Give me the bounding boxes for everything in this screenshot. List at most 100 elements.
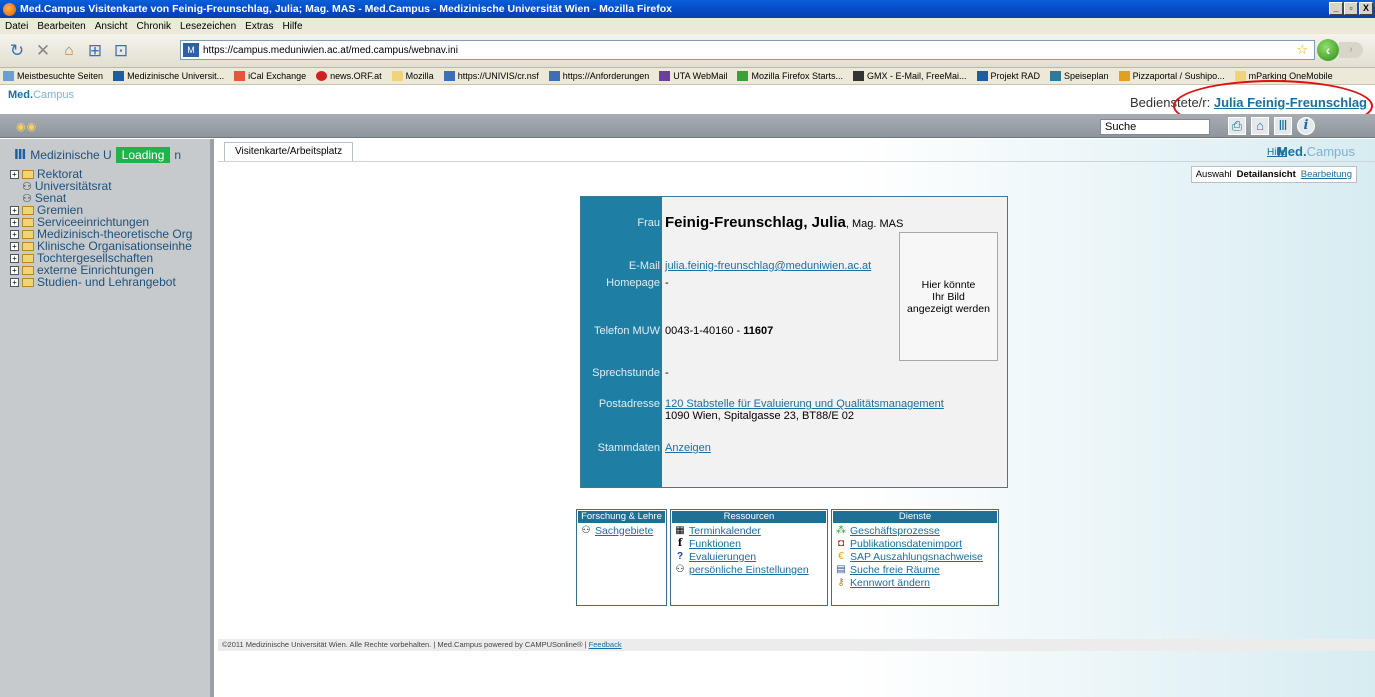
medcampus-logo[interactable]: Med.Campus: [8, 89, 74, 101]
folder-icon: [1234, 71, 1246, 81]
service-item-evaluierungen[interactable]: ? Evaluierungen: [671, 550, 827, 563]
service-item-raeume[interactable]: ▤ Suche freie Räume: [832, 563, 998, 576]
import-icon: ◘: [837, 538, 845, 549]
info-icon[interactable]: i: [1297, 117, 1315, 135]
url-bar[interactable]: M https://campus.meduniwien.ac.at/med.ca…: [180, 40, 1315, 60]
bookmark-item[interactable]: news.ORF.at: [316, 71, 382, 81]
copyright-text: ©2011 Medizinische Universität Wien. All…: [222, 640, 589, 649]
dienste-header: Dienste: [833, 511, 997, 523]
bookmark-item[interactable]: GMX - E-Mail, FreeMai...: [853, 71, 967, 81]
expand-icon[interactable]: +: [10, 229, 19, 239]
menu-extras[interactable]: Extras: [245, 21, 273, 32]
medcampus-brand: Med.Campus: [1276, 144, 1355, 159]
bookmark-item[interactable]: https://Anforderungen: [548, 71, 649, 81]
menu-chronik[interactable]: Chronik: [137, 21, 171, 32]
minimize-button[interactable]: _: [1329, 2, 1343, 15]
main-content: Visitenkarte/Arbeitsplatz Hilfe Med.Camp…: [218, 139, 1375, 697]
bookmark-icon: [234, 71, 246, 81]
bookmark-item[interactable]: Mozilla: [391, 71, 434, 81]
process-icon: ⁂: [836, 525, 846, 536]
firefox-icon: [3, 2, 16, 16]
tree-item-studien[interactable]: + Studien- und Lehrangebot: [10, 275, 198, 289]
tree-root[interactable]: Ⅲ Medizinische U Loading n: [14, 147, 181, 163]
stop-icon[interactable]: ✕: [32, 40, 54, 62]
bookmark-item[interactable]: Mozilla Firefox Starts...: [737, 71, 843, 81]
folder-icon: [22, 253, 34, 263]
service-item-kennwort[interactable]: ⚷ Kennwort ändern: [832, 576, 998, 589]
email-link[interactable]: julia.feinig-freunschlag@meduniwien.ac.a…: [665, 260, 871, 272]
service-item-einstellungen[interactable]: ⚇ persönliche Einstellungen: [671, 563, 827, 576]
tab-bearbeitung[interactable]: Bearbeitung: [1301, 169, 1352, 180]
search-input[interactable]: Suche: [1100, 119, 1210, 135]
bookmark-icon: [443, 71, 455, 81]
tab-visitenkarte[interactable]: Visitenkarte/Arbeitsplatz: [224, 142, 354, 162]
expand-icon[interactable]: +: [10, 217, 19, 227]
address-org-link[interactable]: 120 Stabstelle für Evaluierung und Quali…: [665, 398, 944, 410]
bookmark-item[interactable]: Speiseplan: [1050, 71, 1109, 81]
show-master-data-link[interactable]: Anzeigen: [665, 442, 711, 454]
feedback-link[interactable]: Feedback: [589, 640, 622, 649]
home-icon[interactable]: ⌂: [1251, 117, 1269, 135]
menu-hilfe[interactable]: Hilfe: [283, 21, 303, 32]
key-icon: ⚷: [837, 577, 845, 588]
print-icon[interactable]: ⎙: [1228, 117, 1246, 135]
bookmark-star-icon[interactable]: ☆: [1296, 42, 1308, 58]
bookmark-item[interactable]: UTA WebMail: [659, 71, 727, 81]
bookmark-item[interactable]: Pizzaportal / Sushipo...: [1118, 71, 1225, 81]
muw-logo-icon[interactable]: Ⅲ: [1274, 117, 1292, 135]
view-tabs: Auswahl Detailansicht Bearbeitung: [1190, 166, 1357, 183]
expand-icon[interactable]: +: [10, 169, 19, 179]
expand-icon[interactable]: +: [10, 205, 19, 215]
tab-auswahl[interactable]: Auswahl: [1196, 169, 1232, 180]
phone-value: 0043-1-40160 - 11607: [665, 325, 774, 337]
homepage-label: Homepage: [606, 277, 660, 289]
calendar-icon: ▦: [675, 525, 685, 536]
menu-bearbeiten[interactable]: Bearbeiten: [37, 21, 85, 32]
expand-icon[interactable]: +: [10, 241, 19, 251]
service-item-sap[interactable]: € SAP Auszahlungsnachweise: [832, 550, 998, 563]
window-controls: _ ▫ X: [1329, 2, 1373, 15]
tab-detailansicht[interactable]: Detailansicht: [1237, 169, 1296, 180]
add-bookmark-icon[interactable]: ⊞: [84, 40, 106, 62]
bookmark-item[interactable]: Projekt RAD: [976, 71, 1040, 81]
service-item-sachgebiete[interactable]: ⚇ Sachgebiete: [577, 524, 666, 537]
expand-icon[interactable]: +: [10, 277, 19, 287]
user-name-link[interactable]: Julia Feinig-Freunschlag: [1214, 95, 1367, 110]
room-search-icon: ▤: [836, 564, 846, 575]
bookmark-item[interactable]: https://UNIVIS/cr.nsf: [443, 71, 539, 81]
service-item-funktionen[interactable]: f Funktionen: [671, 537, 827, 550]
service-item-terminkalender[interactable]: ▦ Terminkalender: [671, 524, 827, 537]
expand-icon[interactable]: +: [10, 253, 19, 263]
service-item-geschaeftsprozesse[interactable]: ⁂ Geschäftsprozesse: [832, 524, 998, 537]
back-arrow-icon[interactable]: ‹: [1317, 39, 1339, 61]
site-identity-icon[interactable]: M: [183, 43, 199, 57]
folder-icon: [22, 265, 34, 275]
forward-arrow-icon[interactable]: ›: [1339, 42, 1363, 58]
folder-icon: [22, 169, 34, 179]
collapse-toggle-icon[interactable]: ◉◉: [16, 120, 37, 133]
bookmark-icon: [113, 71, 125, 81]
tab-divider: [218, 161, 1375, 162]
bookmark-icon: [1118, 71, 1130, 81]
folder-icon: [22, 205, 34, 215]
folder-icon: [22, 241, 34, 251]
bookmark-item[interactable]: Meistbesuchte Seiten: [3, 71, 103, 81]
office-hours-value: -: [665, 367, 669, 379]
bookmark-item[interactable]: Medizinische Universit...: [113, 71, 224, 81]
expand-icon[interactable]: +: [10, 265, 19, 275]
menu-datei[interactable]: Datei: [5, 21, 28, 32]
money-icon: €: [838, 551, 844, 562]
maximize-button[interactable]: ▫: [1344, 2, 1358, 15]
menu-lesezeichen[interactable]: Lesezeichen: [180, 21, 236, 32]
service-item-publikationsimport[interactable]: ◘ Publikationsdatenimport: [832, 537, 998, 550]
menu-ansicht[interactable]: Ansicht: [95, 21, 128, 32]
home-icon[interactable]: ⌂: [58, 40, 80, 62]
office-hours-label: Sprechstunde: [592, 367, 660, 379]
business-card: Frau Feinig-Freunschlag, Julia, Mag. MAS…: [580, 196, 1008, 488]
bookmark-item[interactable]: iCal Exchange: [234, 71, 306, 81]
close-button[interactable]: X: [1359, 2, 1373, 15]
muw-logo-icon: Ⅲ: [14, 147, 27, 162]
reload-icon[interactable]: ↻: [6, 40, 28, 62]
bookmark-page-icon[interactable]: ⊡: [110, 40, 132, 62]
bookmark-item[interactable]: mParking OneMobile: [1234, 71, 1333, 81]
